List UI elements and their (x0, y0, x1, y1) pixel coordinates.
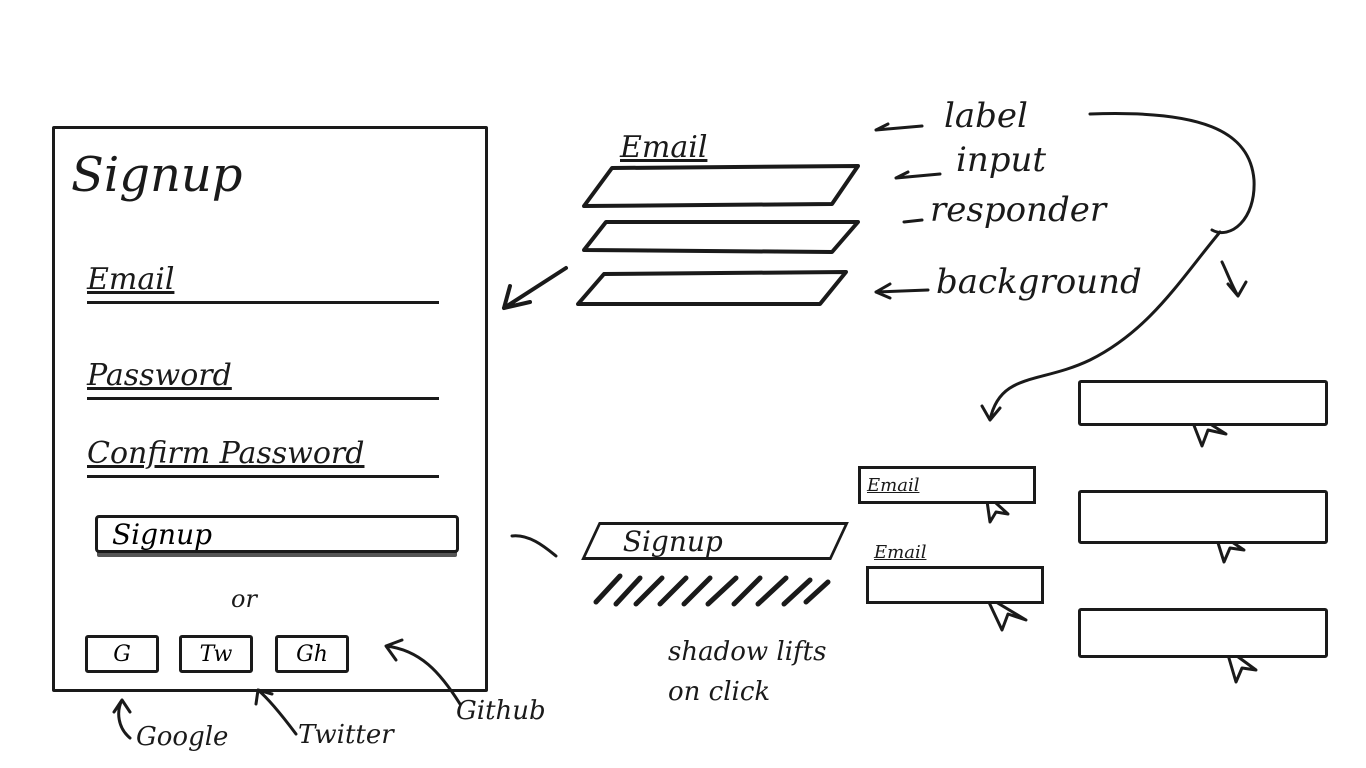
layer-email-label: Email (620, 130, 708, 165)
twitter-signin-button[interactable]: Tw (179, 635, 253, 673)
email-state-idle-label: Email (867, 475, 920, 496)
github-signin-button[interactable]: Gh (275, 635, 349, 673)
caption-github: Github (456, 696, 546, 726)
form-title: Signup (71, 147, 243, 203)
annotation-label: label (944, 96, 1028, 136)
github-icon: Gh (296, 641, 328, 667)
twitter-icon: Tw (199, 641, 233, 667)
shadow-note: shadow lifts on click (668, 637, 827, 707)
or-divider: or (231, 585, 257, 613)
google-icon: G (113, 641, 131, 667)
annotation-input: input (956, 140, 1047, 180)
signup-form-panel: Signup Email Password Confirm Password S… (52, 126, 488, 692)
signup-button[interactable]: Signup (95, 515, 459, 553)
button-state-press[interactable] (1078, 490, 1328, 544)
password-input[interactable] (87, 371, 439, 397)
caption-google: Google (136, 722, 229, 752)
caption-twitter: Twitter (298, 720, 394, 750)
email-input[interactable] (87, 275, 439, 301)
button-state-hover[interactable] (1078, 380, 1328, 426)
google-signin-button[interactable]: G (85, 635, 159, 673)
confirm-password-input[interactable] (87, 449, 439, 475)
button-state-release[interactable] (1078, 608, 1328, 658)
demo-signup-label: Signup (623, 524, 724, 558)
email-state-focus-label: Email (874, 542, 927, 563)
email-state-focus[interactable] (866, 566, 1044, 604)
email-state-idle[interactable]: Email (858, 466, 1036, 504)
annotation-background: background (936, 262, 1142, 302)
confirm-password-field[interactable]: Confirm Password (87, 433, 439, 478)
email-field[interactable]: Email (87, 259, 439, 304)
password-field[interactable]: Password (87, 355, 439, 400)
annotation-responder: responder (930, 190, 1107, 230)
demo-signup-button[interactable]: Signup (581, 522, 849, 560)
